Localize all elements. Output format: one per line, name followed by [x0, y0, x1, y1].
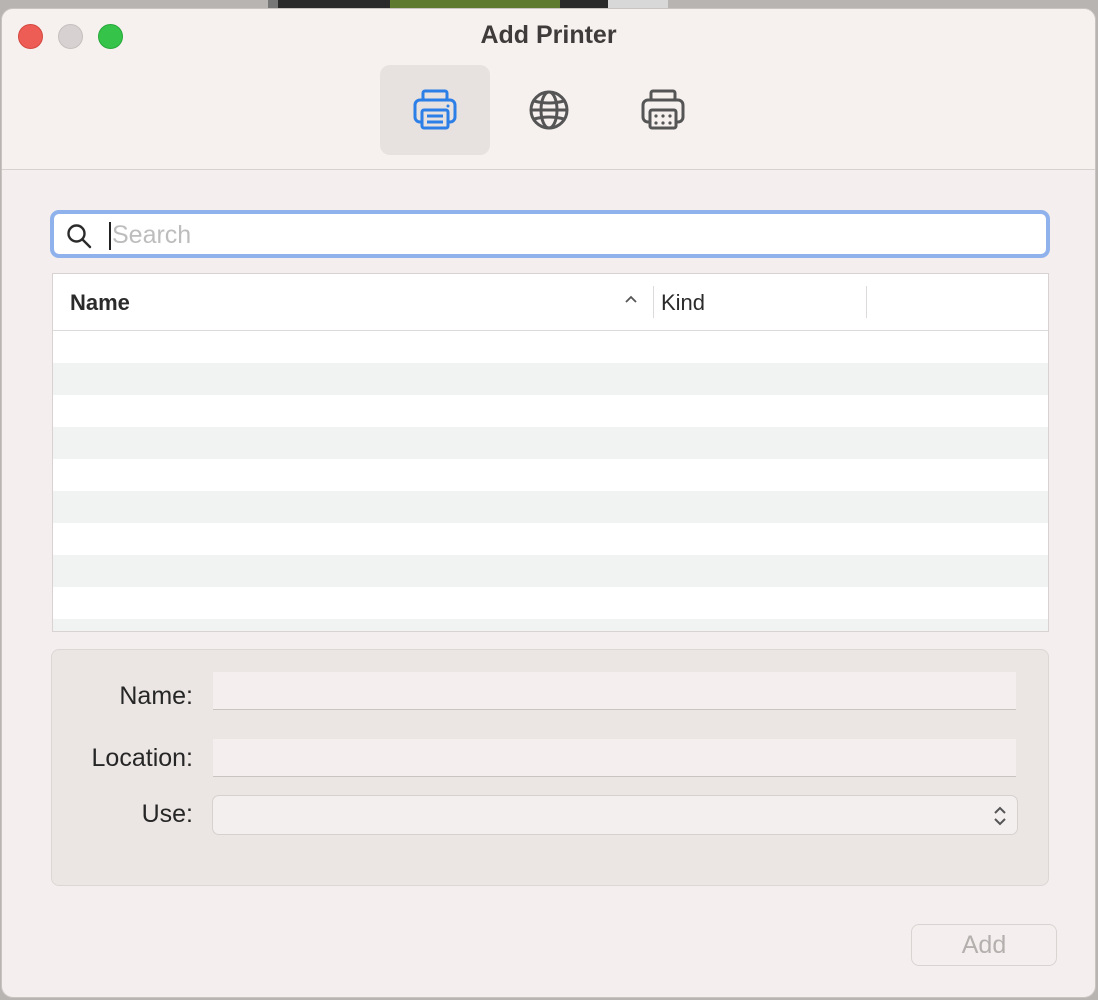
table-row: [53, 331, 1048, 363]
table-row: [53, 395, 1048, 427]
location-field[interactable]: [213, 739, 1016, 777]
column-divider[interactable]: [866, 286, 867, 318]
windows-printer-icon: [641, 89, 685, 130]
titlebar: Add Printer: [2, 9, 1095, 170]
table-row: [53, 587, 1048, 619]
search-icon: [67, 224, 92, 249]
table-header: Name Kind: [53, 274, 1048, 331]
name-field[interactable]: [213, 672, 1016, 710]
table-row: [53, 427, 1048, 459]
table-row: [53, 555, 1048, 587]
globe-icon: [529, 90, 569, 130]
chevron-up-down-icon: [994, 806, 1006, 826]
use-label: Use:: [141, 800, 193, 828]
add-printer-window: Add Printer Search Name Kind Name: Locat…: [1, 8, 1096, 998]
table-row: [53, 491, 1048, 523]
use-popup[interactable]: [212, 795, 1018, 835]
windows-printer-tab[interactable]: [608, 65, 718, 155]
location-label: Location:: [91, 744, 193, 772]
column-header-kind[interactable]: Kind: [661, 290, 705, 316]
printer-list[interactable]: Name Kind: [52, 273, 1049, 632]
add-button[interactable]: Add: [911, 924, 1057, 966]
default-printers-tab[interactable]: [380, 65, 490, 155]
ip-printer-tab[interactable]: [494, 65, 604, 155]
printer-details-panel: Name: Location: Use:: [51, 649, 1049, 886]
search-field[interactable]: [50, 210, 1050, 258]
window-title: Add Printer: [480, 21, 617, 49]
table-row: [53, 523, 1048, 555]
printer-icon: [413, 89, 457, 130]
column-header-name[interactable]: Name: [70, 290, 130, 316]
name-label: Name:: [119, 682, 193, 710]
sort-ascending-icon: [625, 295, 637, 303]
table-row: [53, 619, 1048, 631]
table-body: [53, 331, 1048, 631]
table-row: [53, 363, 1048, 395]
table-row: [53, 459, 1048, 491]
column-divider[interactable]: [653, 286, 654, 318]
search-input[interactable]: [110, 218, 1032, 252]
